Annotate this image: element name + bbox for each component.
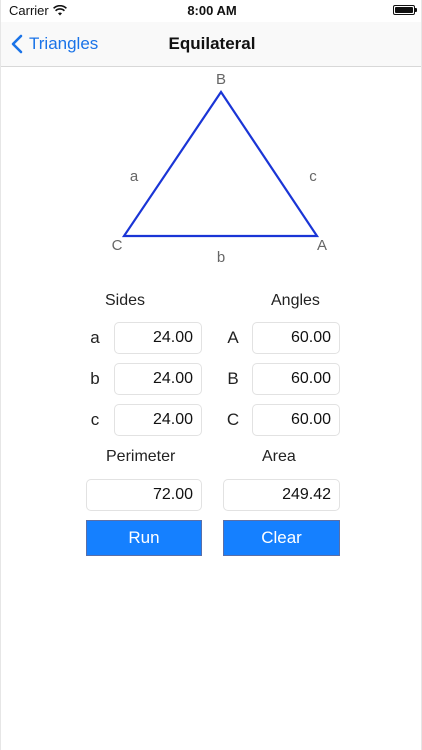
triangle-diagram: B C A a c b [112, 71, 327, 266]
perimeter-field[interactable]: 72.00 [86, 479, 202, 511]
side-a-field[interactable]: 24.00 [114, 322, 202, 354]
battery-fill [395, 7, 413, 13]
clear-button[interactable]: Clear [223, 520, 340, 556]
app-screen: Carrier 8:00 AM Triangles Equilateral B … [0, 0, 422, 750]
side-a-label: a [90, 328, 100, 347]
angle-a-field[interactable]: 60.00 [252, 322, 340, 354]
sides-heading: Sides [105, 292, 146, 309]
battery-icon [393, 5, 417, 15]
side-c-field[interactable]: 24.00 [114, 404, 202, 436]
navigation-bar: Triangles Equilateral [1, 22, 421, 67]
angle-c-label: C [226, 410, 240, 429]
run-button[interactable]: Run [86, 520, 202, 556]
angles-heading: Angles [271, 292, 320, 309]
side-label-a: a [130, 168, 139, 185]
angle-b-label: B [227, 369, 239, 388]
vertex-label-c: C [112, 237, 123, 254]
side-label-c: c [309, 168, 317, 185]
page-title: Equilateral [168, 34, 256, 53]
angle-c-field[interactable]: 60.00 [252, 404, 340, 436]
status-bar: Carrier 8:00 AM [1, 0, 421, 22]
triangle-shape [121, 90, 320, 238]
status-time: 8:00 AM [187, 3, 237, 18]
vertex-label-b: B [216, 71, 226, 88]
side-b-field[interactable]: 24.00 [114, 363, 202, 395]
angle-b-field[interactable]: 60.00 [252, 363, 340, 395]
side-b-label: b [90, 369, 100, 388]
vertex-label-a: A [317, 237, 327, 254]
area-heading: Area [262, 448, 296, 465]
side-label-b: b [217, 249, 225, 266]
angle-a-label: A [227, 328, 239, 347]
side-c-label: c [90, 410, 100, 429]
perimeter-heading: Perimeter [106, 448, 176, 465]
area-field[interactable]: 249.42 [223, 479, 340, 511]
